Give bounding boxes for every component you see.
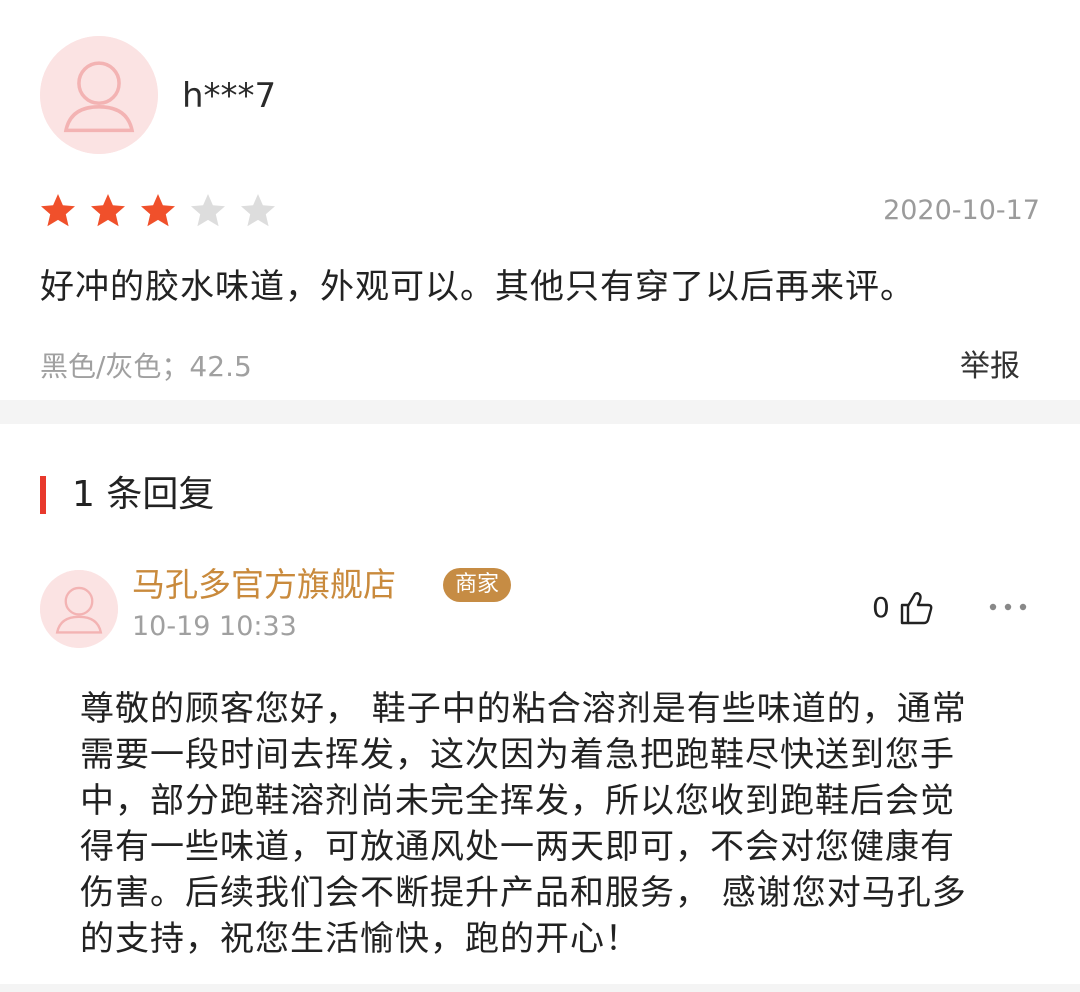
report-button[interactable]: 举报	[960, 348, 1020, 386]
product-variant: 黑色/灰色；42.5	[40, 350, 252, 383]
reply-text-line: 需要一段时间去挥发，这次因为着急把跑鞋尽快送到您手	[80, 735, 955, 775]
reply-text-line: 中，部分跑鞋溶剂尚未完全挥发，所以您收到跑鞋后会觉	[80, 781, 955, 821]
replies-heading: 1 条回复	[40, 472, 214, 518]
merchant-badge: 商家	[443, 568, 512, 602]
star-icon	[238, 191, 278, 231]
reply-text-line: 伤害。后续我们会不断提升产品和服务， 感谢您对马孔多	[80, 873, 967, 913]
reviewer-avatar[interactable]	[40, 36, 158, 154]
review-text: 好冲的胶水味道，外观可以。其他只有穿了以后再来评。	[40, 267, 915, 307]
like-button[interactable]: 0	[872, 588, 936, 628]
section-divider	[0, 400, 1080, 424]
thumbs-up-icon[interactable]	[896, 588, 936, 628]
star-icon	[88, 191, 128, 231]
review-date: 2020-10-17	[883, 195, 1040, 226]
avatar-placeholder-icon	[40, 36, 158, 154]
star-icon	[188, 191, 228, 231]
more-dots-icon[interactable]	[988, 600, 1028, 614]
star-icon	[38, 191, 78, 231]
reply-text-line: 得有一些味道，可放通风处一两天即可，不会对您健康有	[80, 827, 955, 867]
avatar-placeholder-icon	[40, 570, 118, 648]
reviewer-username: h***7	[182, 76, 277, 116]
shop-name[interactable]: 马孔多官方旗舰店	[132, 563, 396, 607]
bottom-divider	[0, 984, 1080, 992]
reply-time: 10-19 10:33	[132, 611, 297, 642]
replies-heading-text: 1 条回复	[72, 474, 215, 515]
heading-accent-bar	[40, 476, 46, 514]
star-icon	[138, 191, 178, 231]
reply-text: 尊敬的顾客您好， 鞋子中的粘合溶剂是有些味道的，通常 需要一段时间去挥发，这次因为…	[80, 686, 1020, 962]
reply-text-line: 尊敬的顾客您好， 鞋子中的粘合溶剂是有些味道的，通常	[80, 689, 967, 729]
reply-text-line: 的支持，祝您生活愉快，跑的开心！	[80, 919, 640, 959]
like-count: 0	[872, 591, 890, 624]
shop-avatar[interactable]	[40, 570, 118, 648]
rating-stars	[38, 191, 278, 231]
